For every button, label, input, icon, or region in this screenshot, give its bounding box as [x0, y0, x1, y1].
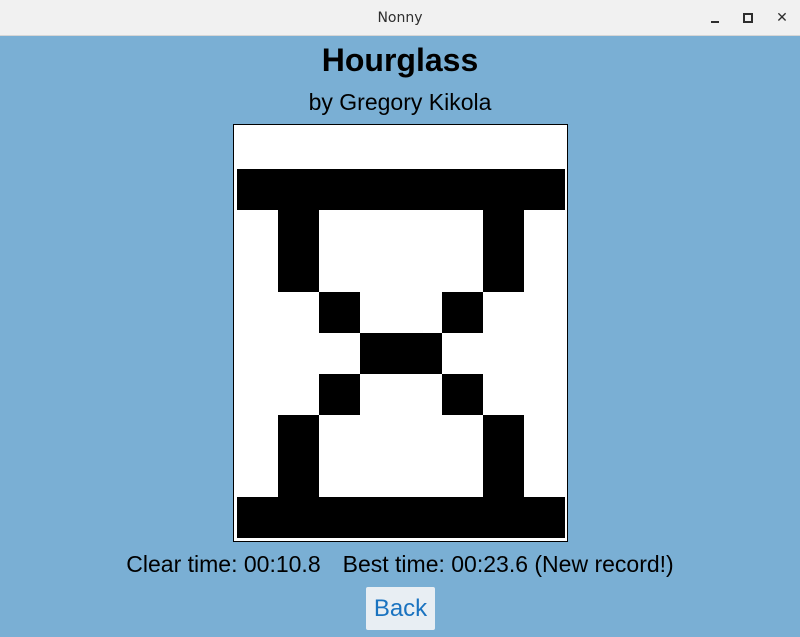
empty-cell — [319, 333, 360, 374]
empty-cell — [360, 210, 401, 251]
empty-cell — [360, 415, 401, 456]
close-button[interactable]: ✕ — [772, 8, 792, 28]
empty-cell — [360, 292, 401, 333]
filled-cell — [483, 456, 524, 497]
empty-cell — [360, 128, 401, 169]
filled-cell — [401, 169, 442, 210]
filled-cell — [237, 497, 278, 538]
maximize-button[interactable] — [738, 8, 758, 28]
clear-time: Clear time: 00:10.8 — [126, 551, 321, 577]
empty-cell — [401, 374, 442, 415]
filled-cell — [278, 456, 319, 497]
puzzle-title: Hourglass — [321, 42, 479, 78]
empty-cell — [483, 128, 524, 169]
filled-cell — [442, 374, 483, 415]
filled-cell — [442, 169, 483, 210]
empty-cell — [237, 456, 278, 497]
filled-cell — [524, 497, 565, 538]
solution-grid — [237, 128, 565, 538]
empty-cell — [442, 210, 483, 251]
empty-cell — [483, 374, 524, 415]
filled-cell — [319, 169, 360, 210]
empty-cell — [278, 128, 319, 169]
empty-cell — [237, 292, 278, 333]
puzzle-board — [233, 124, 568, 542]
maximize-icon — [743, 13, 753, 23]
filled-cell — [278, 210, 319, 251]
empty-cell — [401, 128, 442, 169]
filled-cell — [278, 415, 319, 456]
filled-cell — [237, 169, 278, 210]
filled-cell — [319, 292, 360, 333]
filled-cell — [278, 497, 319, 538]
empty-cell — [319, 210, 360, 251]
empty-cell — [278, 333, 319, 374]
empty-cell — [524, 292, 565, 333]
empty-cell — [524, 456, 565, 497]
empty-cell — [401, 456, 442, 497]
filled-cell — [483, 415, 524, 456]
filled-cell — [524, 169, 565, 210]
best-time: Best time: 00:23.6 (New record!) — [342, 551, 674, 577]
empty-cell — [360, 251, 401, 292]
empty-cell — [401, 415, 442, 456]
filled-cell — [483, 497, 524, 538]
empty-cell — [524, 210, 565, 251]
empty-cell — [483, 333, 524, 374]
empty-cell — [360, 374, 401, 415]
empty-cell — [524, 374, 565, 415]
back-button[interactable]: Back — [366, 587, 435, 630]
empty-cell — [442, 415, 483, 456]
empty-cell — [237, 210, 278, 251]
window-titlebar: Nonny ✕ — [0, 0, 800, 36]
results-line: Clear time: 00:10.8 Best time: 00:23.6 (N… — [0, 551, 800, 578]
filled-cell — [278, 251, 319, 292]
filled-cell — [278, 169, 319, 210]
filled-cell — [442, 292, 483, 333]
empty-cell — [237, 251, 278, 292]
empty-cell — [524, 128, 565, 169]
filled-cell — [401, 497, 442, 538]
filled-cell — [401, 333, 442, 374]
empty-cell — [278, 292, 319, 333]
filled-cell — [483, 251, 524, 292]
empty-cell — [442, 251, 483, 292]
filled-cell — [483, 210, 524, 251]
empty-cell — [237, 415, 278, 456]
close-icon: ✕ — [776, 10, 788, 26]
empty-cell — [319, 415, 360, 456]
empty-cell — [442, 128, 483, 169]
empty-cell — [483, 292, 524, 333]
empty-cell — [524, 415, 565, 456]
empty-cell — [278, 374, 319, 415]
filled-cell — [360, 169, 401, 210]
empty-cell — [319, 456, 360, 497]
window-title: Nonny — [377, 10, 423, 26]
empty-cell — [401, 251, 442, 292]
empty-cell — [360, 456, 401, 497]
filled-cell — [360, 497, 401, 538]
minimize-button[interactable] — [705, 8, 725, 28]
empty-cell — [442, 333, 483, 374]
filled-cell — [319, 497, 360, 538]
minimize-icon — [711, 21, 719, 23]
empty-cell — [319, 128, 360, 169]
filled-cell — [442, 497, 483, 538]
empty-cell — [237, 333, 278, 374]
empty-cell — [237, 374, 278, 415]
filled-cell — [360, 333, 401, 374]
empty-cell — [524, 251, 565, 292]
empty-cell — [442, 456, 483, 497]
empty-cell — [237, 128, 278, 169]
empty-cell — [401, 210, 442, 251]
filled-cell — [319, 374, 360, 415]
empty-cell — [401, 292, 442, 333]
empty-cell — [524, 333, 565, 374]
puzzle-author: by Gregory Kikola — [308, 89, 492, 115]
filled-cell — [483, 169, 524, 210]
empty-cell — [319, 251, 360, 292]
